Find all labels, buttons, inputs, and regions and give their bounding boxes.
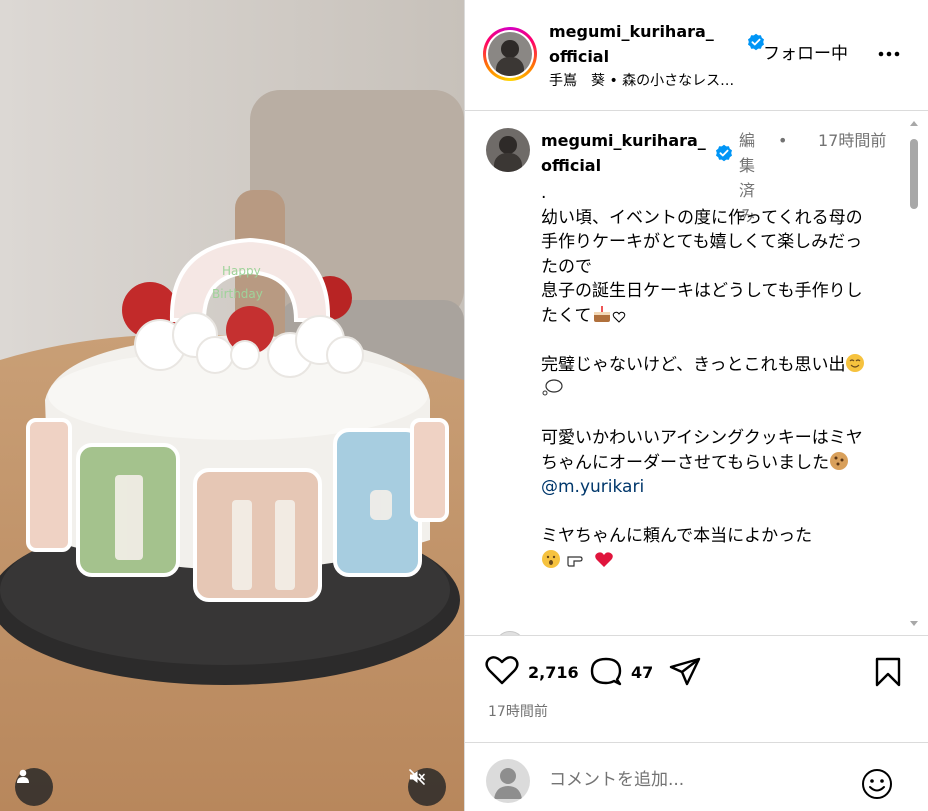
scroll-up-icon[interactable]	[909, 119, 919, 127]
paper-plane-icon	[669, 657, 701, 686]
caption-text: . 幼い頃、イベントの度に作ってくれる母の手作りケーキがとても嬉しくて楽しみだっ…	[541, 181, 871, 598]
smiling-face-emoji-icon	[846, 353, 865, 372]
share-button[interactable]	[668, 656, 702, 688]
caption-line: .	[541, 183, 547, 203]
caption-paragraph: 幼い頃、イベントの度に作ってくれる母の手作りケーキがとても嬉しくて楽しみだったの…	[541, 206, 871, 280]
post-timestamp[interactable]: 17時間前	[488, 701, 548, 721]
pointing-hand-emoji-icon	[567, 555, 584, 567]
like-button[interactable]	[485, 655, 519, 685]
bookmark-icon	[875, 657, 901, 687]
comment-input[interactable]	[547, 767, 851, 793]
comments-section[interactable]: megumi_kurihara_official 編集済み • 17時間前 . …	[465, 111, 928, 636]
smiley-icon[interactable]	[860, 767, 894, 801]
default-avatar-icon	[494, 768, 522, 799]
svg-text:Birthday: Birthday	[212, 287, 263, 301]
mute-button[interactable]	[408, 768, 446, 806]
location-link[interactable]: 手嶌 葵 • 森の小さなレス…	[549, 71, 734, 91]
cake-emoji-icon	[593, 305, 610, 322]
caption-paragraph: 息子の誕生日ケーキはどうしても手作りしたくて	[541, 279, 871, 328]
post-details-panel: megumi_kurihara_official フォロー中 手嶌 葵 • 森の…	[464, 0, 928, 811]
caption-username[interactable]: megumi_kurihara_official	[541, 128, 711, 178]
caption-line: 息子の誕生日ケーキはどうしても手作りしたくて	[541, 281, 863, 326]
story-ring[interactable]	[483, 27, 537, 81]
like-count[interactable]: 2,716	[528, 663, 579, 682]
cookie-emoji-icon	[830, 451, 849, 470]
verified-badge-icon	[716, 144, 732, 162]
comments-scrollbar[interactable]	[908, 117, 920, 630]
speech-bubble-icon	[590, 657, 622, 686]
caption-line: 可愛いかわいいアイシングクッキーはミヤちゃんにオーダーさせてもらいました	[541, 428, 863, 473]
following-button[interactable]: フォロー中	[763, 43, 848, 65]
add-comment-bar	[465, 742, 928, 811]
caption-paragraph: 完璧じゃないけど、きっとこれも思い出	[541, 353, 871, 402]
caption-paragraph: ミヤちゃんに頼んで本当によかった	[541, 524, 871, 573]
post-media[interactable]: Happy Birthday	[0, 0, 464, 811]
comment-button[interactable]	[589, 656, 623, 688]
action-bar: 2,716 47 17時間前	[465, 637, 928, 742]
header-username[interactable]: megumi_kurihara_official	[549, 19, 719, 69]
svg-text:Happy: Happy	[222, 264, 261, 278]
scroll-down-icon[interactable]	[909, 620, 919, 628]
comment-count[interactable]: 47	[631, 663, 653, 682]
caption-paragraph: @m.yurikari	[541, 475, 871, 500]
speaker-muted-icon	[409, 769, 425, 785]
caption-timestamp[interactable]: 17時間前	[818, 128, 888, 153]
mention-link[interactable]: @m.yurikari	[541, 477, 644, 497]
astonished-face-emoji-icon	[542, 549, 560, 568]
caption-line: 完璧じゃないけど、きっとこれも思い出	[541, 354, 846, 375]
caption-line: ミヤちゃんに頼んで本当によかった	[541, 526, 813, 546]
caption-avatar[interactable]	[486, 128, 530, 172]
user-tag-icon	[17, 769, 29, 783]
caption-paragraph: 可愛いかわいいアイシングクッキーはミヤちゃんにオーダーさせてもらいました	[541, 426, 871, 475]
user-tag-button[interactable]	[15, 768, 53, 806]
scrollbar-thumb[interactable]	[910, 139, 918, 209]
cake-photo: Happy Birthday	[0, 0, 464, 811]
comment-avatar[interactable]	[495, 631, 525, 635]
red-heart-emoji-icon	[595, 551, 613, 567]
post-header: megumi_kurihara_official フォロー中 手嶌 葵 • 森の…	[465, 0, 928, 111]
current-user-avatar	[486, 759, 530, 803]
thought-bubble-emoji-icon	[542, 379, 563, 396]
save-button[interactable]	[874, 656, 902, 688]
avatar[interactable]	[488, 32, 532, 76]
heart-icon	[485, 656, 519, 685]
separator-dot: •	[778, 131, 788, 150]
heart-outline-emoji-icon	[612, 311, 625, 323]
caption-line: 幼い頃、イベントの度に作ってくれる母の手作りケーキがとても嬉しくて楽しみだったの…	[541, 207, 863, 277]
more-horizontal-icon[interactable]	[876, 44, 902, 64]
